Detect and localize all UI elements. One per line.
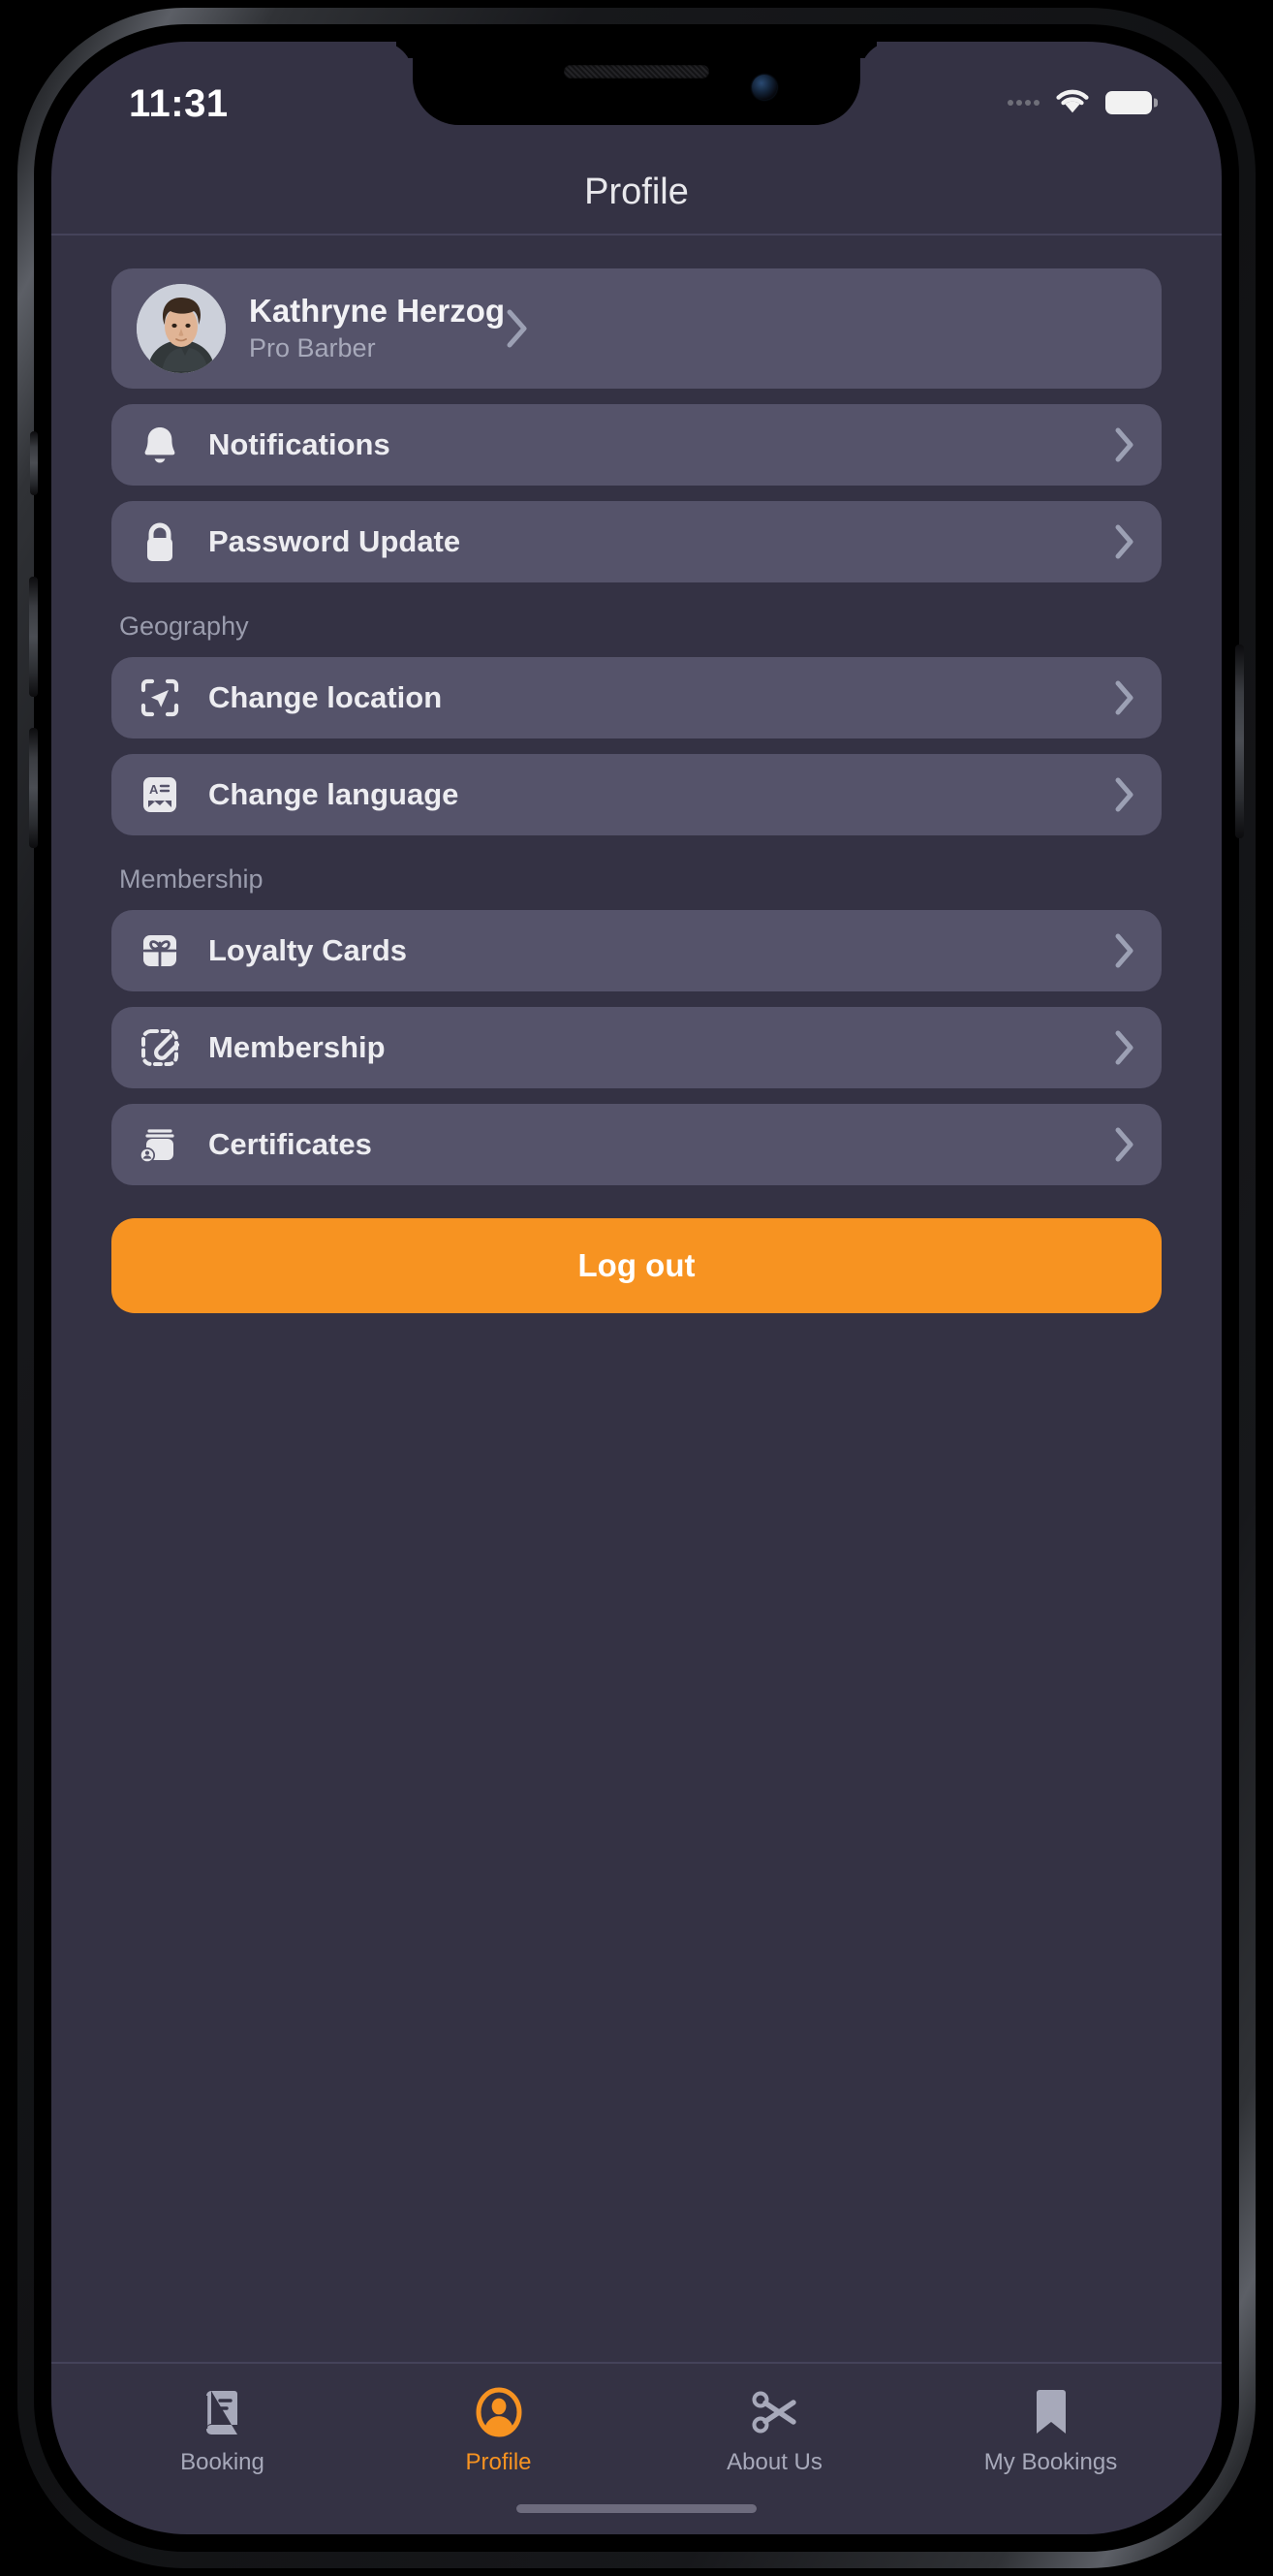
menu-item-change-location[interactable]: Change location bbox=[111, 657, 1162, 738]
profile-card[interactable]: Kathryne Herzog Pro Barber bbox=[111, 268, 1162, 389]
app-header: Profile bbox=[51, 150, 1222, 236]
menu-item-password-update[interactable]: Password Update bbox=[111, 501, 1162, 582]
chevron-right-icon bbox=[1113, 775, 1136, 814]
volume-down-button[interactable] bbox=[29, 728, 38, 848]
tab-my-bookings[interactable]: My Bookings bbox=[913, 2387, 1189, 2476]
dashed-attachment-icon bbox=[137, 1024, 183, 1071]
bell-icon bbox=[137, 422, 183, 468]
menu-item-label: Loyalty Cards bbox=[208, 933, 408, 967]
tab-label: My Bookings bbox=[983, 2449, 1118, 2475]
log-out-button[interactable]: Log out bbox=[111, 1218, 1162, 1313]
profile-name: Kathryne Herzog bbox=[249, 293, 506, 330]
menu-item-label: Password Update bbox=[208, 524, 461, 558]
chevron-right-icon bbox=[1113, 425, 1136, 464]
gift-icon bbox=[137, 927, 183, 974]
menu-item-label: Change language bbox=[208, 777, 459, 811]
svg-text:A: A bbox=[149, 782, 159, 797]
language-card-icon: A bbox=[137, 771, 183, 818]
tab-label: Booking bbox=[180, 2449, 264, 2475]
phone-screen: 11:31 Profile Kathryne Herzog Pro Barber… bbox=[51, 42, 1222, 2534]
menu-item-label: Membership bbox=[208, 1030, 386, 1064]
menu-item-certificates[interactable]: Certificates bbox=[111, 1104, 1162, 1185]
chevron-right-icon bbox=[505, 307, 530, 350]
front-camera-icon bbox=[752, 75, 777, 100]
speaker-grille-icon bbox=[564, 65, 709, 79]
lock-icon bbox=[137, 518, 183, 565]
menu-item-loyalty-cards[interactable]: Loyalty Cards bbox=[111, 910, 1162, 991]
bookmark-icon bbox=[1032, 2387, 1071, 2437]
menu-item-label: Notifications bbox=[208, 427, 390, 461]
user-circle-icon bbox=[475, 2387, 523, 2437]
chevron-right-icon bbox=[1113, 931, 1136, 970]
menu-item-notifications[interactable]: Notifications bbox=[111, 404, 1162, 486]
battery-full-icon bbox=[1105, 91, 1158, 114]
profile-role: Pro Barber bbox=[249, 332, 376, 362]
chevron-right-icon bbox=[1113, 678, 1136, 717]
chevron-right-icon bbox=[1113, 1125, 1136, 1164]
book-icon bbox=[201, 2387, 245, 2437]
profile-content: Kathryne Herzog Pro Barber Notifications… bbox=[51, 237, 1222, 2362]
device-bezel: 11:31 Profile Kathryne Herzog Pro Barber… bbox=[29, 24, 1244, 2552]
certificate-stack-icon bbox=[137, 1121, 183, 1168]
avatar bbox=[137, 284, 226, 373]
status-bar-indicators bbox=[1008, 86, 1158, 119]
status-bar-time: 11:31 bbox=[129, 82, 229, 125]
location-scan-icon bbox=[137, 675, 183, 721]
tab-about-us[interactable]: About Us bbox=[636, 2387, 913, 2476]
menu-item-label: Change location bbox=[208, 680, 443, 714]
chevron-right-icon bbox=[1113, 522, 1136, 561]
menu-item-label: Certificates bbox=[208, 1127, 372, 1161]
profile-text-block: Kathryne Herzog Pro Barber bbox=[249, 292, 505, 364]
section-title-membership: Membership bbox=[119, 864, 264, 894]
phone-device-frame: 11:31 Profile Kathryne Herzog Pro Barber… bbox=[17, 8, 1256, 2568]
volume-up-button[interactable] bbox=[29, 577, 38, 697]
menu-item-membership[interactable]: Membership bbox=[111, 1007, 1162, 1088]
page-title: Profile bbox=[584, 171, 689, 212]
scissors-icon bbox=[751, 2387, 799, 2437]
menu-item-change-language[interactable]: A Change language bbox=[111, 754, 1162, 835]
silent-switch[interactable] bbox=[30, 431, 38, 495]
home-indicator[interactable] bbox=[516, 2504, 757, 2513]
tab-label: Profile bbox=[465, 2449, 532, 2475]
tab-label: About Us bbox=[727, 2449, 823, 2475]
log-out-label: Log out bbox=[577, 1247, 696, 1283]
notch bbox=[413, 42, 860, 125]
tab-profile[interactable]: Profile bbox=[360, 2387, 636, 2476]
wifi-icon bbox=[1053, 86, 1092, 119]
signal-dots-icon bbox=[1008, 100, 1040, 106]
tab-booking[interactable]: Booking bbox=[84, 2387, 360, 2476]
power-button[interactable] bbox=[1235, 644, 1244, 838]
section-title-geography: Geography bbox=[119, 612, 249, 641]
chevron-right-icon bbox=[1113, 1028, 1136, 1067]
